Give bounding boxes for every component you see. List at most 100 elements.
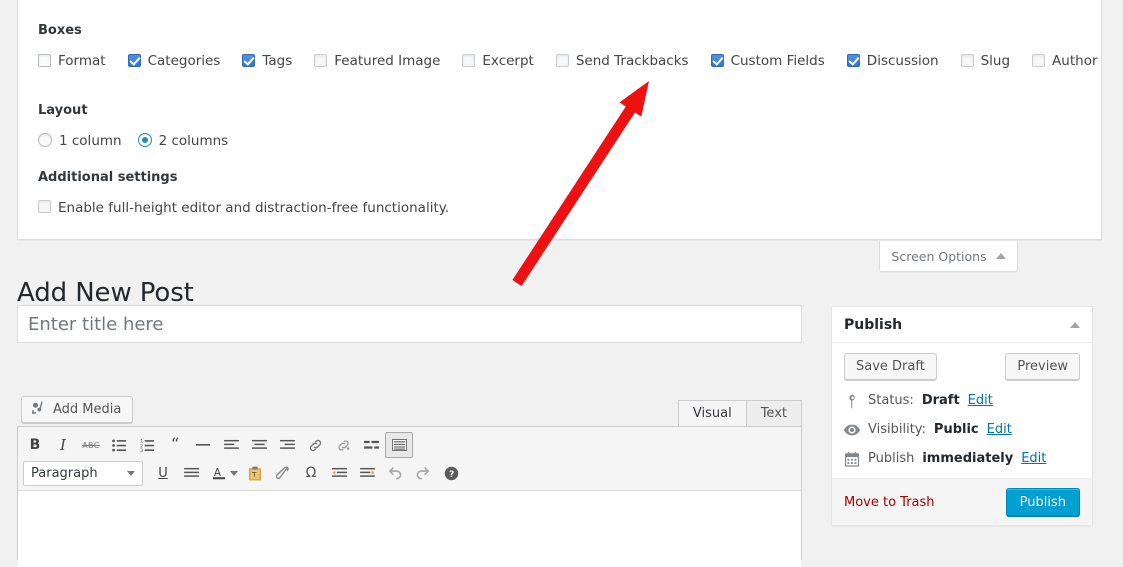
checkbox-send-trackbacks[interactable]: Send Trackbacks xyxy=(556,52,689,70)
checkbox-author[interactable]: Author xyxy=(1032,52,1097,70)
checkbox-full-height-editor[interactable]: Enable full-height editor and distractio… xyxy=(38,199,449,217)
numbered-list-icon[interactable]: 123 xyxy=(133,432,161,458)
visibility-row: Visibility: Public Edit xyxy=(844,422,1080,438)
align-right-icon[interactable] xyxy=(273,432,301,458)
bold-icon[interactable]: B xyxy=(21,432,49,458)
checkbox-slug[interactable]: Slug xyxy=(961,52,1010,70)
checkbox-discussion[interactable]: Discussion xyxy=(847,52,939,70)
toolbar-toggle-icon[interactable] xyxy=(385,432,413,458)
text-color-chevron-icon[interactable] xyxy=(230,471,238,476)
schedule-prefix: Publish xyxy=(868,451,914,467)
radio-box-1-column[interactable] xyxy=(38,133,52,147)
status-edit-link[interactable]: Edit xyxy=(968,393,993,409)
checkbox-label-featured-image: Featured Image xyxy=(334,53,440,69)
horizontal-rule-icon[interactable] xyxy=(189,432,217,458)
caret-up-icon[interactable] xyxy=(1070,322,1080,328)
post-editor: B I ABC 123 “ xyxy=(17,426,802,560)
svg-text:T: T xyxy=(251,470,257,479)
tab-text[interactable]: Text xyxy=(746,400,802,426)
add-media-label: Add Media xyxy=(53,402,121,417)
strikethrough-icon[interactable]: ABC xyxy=(77,432,105,458)
visibility-prefix: Visibility: xyxy=(868,422,926,438)
radio-1-column[interactable]: 1 column xyxy=(38,132,122,150)
checkbox-excerpt[interactable]: Excerpt xyxy=(462,52,533,70)
save-draft-label: Save Draft xyxy=(856,359,925,374)
checkbox-categories[interactable]: Categories xyxy=(128,52,221,70)
checkbox-custom-fields[interactable]: Custom Fields xyxy=(711,52,825,70)
editor-content-area[interactable] xyxy=(18,491,801,567)
paste-as-text-icon[interactable]: T xyxy=(241,460,269,486)
publish-button[interactable]: Publish xyxy=(1006,488,1080,516)
checkbox-featured-image[interactable]: Featured Image xyxy=(314,52,440,70)
chevron-down-icon xyxy=(127,471,135,476)
remove-link-icon[interactable] xyxy=(329,432,357,458)
checkbox-box-discussion[interactable] xyxy=(847,54,860,67)
checkbox-box-excerpt[interactable] xyxy=(462,54,475,67)
radio-2-columns[interactable]: 2 columns xyxy=(138,132,229,150)
tab-visual[interactable]: Visual xyxy=(678,400,747,426)
blockquote-icon[interactable]: “ xyxy=(161,432,189,458)
clear-formatting-icon[interactable] xyxy=(269,460,297,486)
checkbox-box-slug[interactable] xyxy=(961,54,974,67)
tab-visual-label: Visual xyxy=(693,406,732,421)
screen-options-tab-label: Screen Options xyxy=(891,249,986,264)
bulleted-list-icon[interactable] xyxy=(105,432,133,458)
undo-icon[interactable] xyxy=(381,460,409,486)
editor-mode-tabs: Visual Text xyxy=(679,400,802,426)
checkbox-label-categories: Categories xyxy=(148,53,221,69)
checkbox-label-discussion: Discussion xyxy=(867,53,939,69)
read-more-icon[interactable] xyxy=(357,432,385,458)
post-title-input[interactable]: Enter title here xyxy=(17,305,802,343)
pin-icon xyxy=(844,394,860,409)
svg-text:A: A xyxy=(213,467,220,479)
additional-settings-legend: Additional settings xyxy=(38,169,1081,187)
schedule-row: Publish immediately Edit xyxy=(844,451,1080,467)
checkbox-box-custom-fields[interactable] xyxy=(711,54,724,67)
editor-toolbar-row-1: B I ABC 123 “ xyxy=(21,431,798,459)
status-value: Draft xyxy=(922,393,960,409)
schedule-edit-link[interactable]: Edit xyxy=(1021,451,1046,467)
move-to-trash-link[interactable]: Move to Trash xyxy=(844,495,935,510)
checkbox-label-full-height-editor: Enable full-height editor and distractio… xyxy=(58,200,449,216)
checkbox-box-format[interactable] xyxy=(38,54,51,67)
checkbox-box-featured-image[interactable] xyxy=(314,54,327,67)
underline-icon[interactable]: U xyxy=(149,460,177,486)
paragraph-format-select[interactable]: Paragraph xyxy=(23,461,143,486)
status-row: Status: Draft Edit xyxy=(844,393,1080,409)
calendar-icon xyxy=(844,452,860,467)
justify-icon[interactable] xyxy=(177,460,205,486)
preview-button[interactable]: Preview xyxy=(1005,353,1080,380)
decrease-indent-icon[interactable] xyxy=(325,460,353,486)
save-draft-button[interactable]: Save Draft xyxy=(844,353,937,380)
layout-legend: Layout xyxy=(38,102,1081,120)
radio-box-2-columns[interactable] xyxy=(138,133,152,147)
checkbox-box-full-height-editor[interactable] xyxy=(38,200,51,213)
italic-icon[interactable]: I xyxy=(49,432,77,458)
insert-link-icon[interactable] xyxy=(301,432,329,458)
tab-text-label: Text xyxy=(761,406,787,421)
increase-indent-icon[interactable] xyxy=(353,460,381,486)
caret-up-icon xyxy=(996,253,1006,259)
visibility-edit-link[interactable]: Edit xyxy=(987,422,1012,438)
keyboard-shortcuts-icon[interactable]: ? xyxy=(437,460,465,486)
checkbox-tags[interactable]: Tags xyxy=(242,52,292,70)
publish-metabox: Publish Save Draft Preview Status: Draft… xyxy=(831,306,1093,526)
checkbox-box-send-trackbacks[interactable] xyxy=(556,54,569,67)
add-media-button[interactable]: Add Media xyxy=(21,396,133,423)
publish-metabox-body: Save Draft Preview Status: Draft Edit Vi… xyxy=(832,343,1092,478)
post-title-placeholder: Enter title here xyxy=(28,314,164,335)
text-color-icon[interactable]: A xyxy=(205,460,233,486)
align-center-icon[interactable] xyxy=(245,432,273,458)
special-character-icon[interactable]: Ω xyxy=(297,460,325,486)
redo-icon[interactable] xyxy=(409,460,437,486)
checkbox-box-categories[interactable] xyxy=(128,54,141,67)
checkbox-label-send-trackbacks: Send Trackbacks xyxy=(576,53,689,69)
checkbox-label-format: Format xyxy=(58,53,106,69)
checkbox-format[interactable]: Format xyxy=(38,52,106,70)
checkbox-box-tags[interactable] xyxy=(242,54,255,67)
checkbox-box-author[interactable] xyxy=(1032,54,1045,67)
align-left-icon[interactable] xyxy=(217,432,245,458)
svg-text:?: ? xyxy=(449,469,454,479)
status-prefix: Status: xyxy=(868,393,914,409)
screen-options-tab-button[interactable]: Screen Options xyxy=(879,241,1018,272)
